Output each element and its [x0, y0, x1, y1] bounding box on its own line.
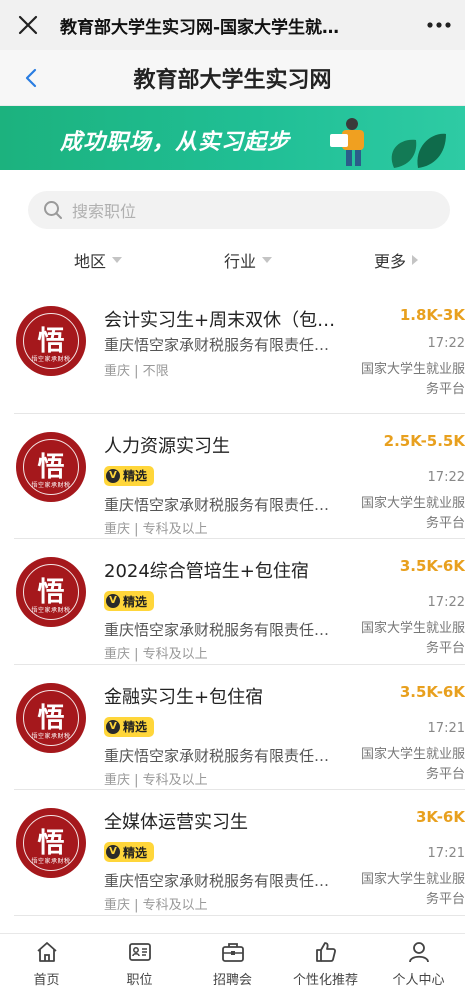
- job-title: 全媒体运营实习生: [104, 812, 248, 833]
- job-card[interactable]: 悟 悟空家承财税 金融实习生+包住宿 3.5K-6K V 精选 17:21 重庆悟…: [14, 665, 465, 790]
- job-title: 会计实习生+周末双休（包…: [104, 310, 336, 331]
- job-location: 重庆 | 不限: [104, 364, 169, 379]
- back-arrow-icon[interactable]: [20, 66, 44, 90]
- job-location: 重庆 | 专科及以上: [104, 772, 208, 788]
- user-icon: [408, 942, 429, 963]
- v-icon: V: [106, 719, 120, 734]
- job-salary: 3K-6K: [415, 808, 465, 826]
- filter-bar: 地区 行业 更多: [0, 244, 465, 274]
- filter-more-label: 更多: [374, 252, 407, 271]
- nav-label: 个性化推荐: [292, 973, 358, 988]
- job-time: 17:22: [427, 595, 465, 610]
- featured-badge: V 精选: [104, 591, 155, 611]
- nav-label: 招聘会: [212, 973, 252, 988]
- job-source: 国家大学生就业服务平台: [360, 495, 465, 531]
- featured-badge: V 精选: [104, 842, 155, 862]
- filter-region-label: 地区: [74, 252, 107, 271]
- thumbs-up-icon: [315, 942, 336, 962]
- nav-item-recommend[interactable]: 个性化推荐: [279, 934, 372, 989]
- featured-badge: V 精选: [104, 716, 155, 737]
- browser-top-bar: 教育部大学生实习网-国家大学生就…: [0, 0, 465, 50]
- job-salary: 2.5K-5.5K: [383, 431, 465, 450]
- nav-item-profile[interactable]: 个人中心: [372, 934, 465, 989]
- job-salary: 3.5K-6K: [399, 557, 465, 575]
- company-name: 重庆悟空家承财税服务有限责任…: [104, 495, 330, 514]
- job-time: 17:21: [427, 846, 465, 861]
- job-location: 重庆 | 专科及以上: [104, 521, 208, 537]
- job-time: 17:21: [427, 720, 465, 736]
- company-name: 重庆悟空家承财税服务有限责任…: [104, 621, 330, 639]
- nav-item-job-fair[interactable]: 招聘会: [186, 934, 279, 989]
- job-location: 重庆 | 专科及以上: [104, 898, 208, 913]
- nav-label: 职位: [126, 973, 153, 988]
- filter-region[interactable]: 地区: [74, 248, 123, 272]
- job-card[interactable]: 悟 悟空家承财税 会计实习生+周末双休（包… 1.8K-3K 17:22 重庆悟…: [14, 288, 465, 414]
- search-input[interactable]: 搜索职位: [28, 191, 450, 229]
- caret-down-icon: [112, 257, 123, 263]
- bottom-nav: 首页 职位 招聘会 个性化推荐 个人中心: [0, 933, 465, 989]
- search-placeholder: 搜索职位: [72, 202, 137, 221]
- briefcase-icon: [221, 943, 244, 962]
- id-card-icon: [128, 943, 151, 961]
- nav-item-home[interactable]: 首页: [0, 934, 93, 989]
- job-title: 人力资源实习生: [104, 435, 230, 457]
- company-logo: 悟 悟空家承财税: [16, 306, 86, 376]
- page-title: 教育部大学生实习网: [133, 67, 332, 93]
- company-name: 重庆悟空家承财税服务有限责任…: [104, 746, 330, 765]
- featured-badge: V 精选: [104, 465, 155, 486]
- nav-item-jobs[interactable]: 职位: [93, 934, 186, 989]
- v-icon: V: [106, 594, 120, 608]
- banner-illustration: [330, 118, 446, 168]
- banner-slogan: 成功职场，从实习起步: [60, 130, 291, 155]
- search-icon: [44, 201, 62, 219]
- job-source: 国家大学生就业服务平台: [360, 746, 465, 782]
- company-logo: 悟 悟空家承财税: [16, 808, 86, 878]
- more-options-icon[interactable]: [417, 22, 451, 28]
- page-header: 教育部大学生实习网: [0, 50, 465, 106]
- caret-down-icon: [262, 257, 273, 263]
- window-title: 教育部大学生实习网-国家大学生就…: [60, 17, 340, 38]
- company-logo: 悟 悟空家承财税: [16, 682, 86, 753]
- company-name: 重庆悟空家承财税服务有限责任…: [104, 872, 330, 890]
- filter-industry-label: 行业: [224, 252, 257, 271]
- job-card[interactable]: 悟 悟空家承财税 全媒体运营实习生 3K-6K V 精选 17:21 重庆悟空家承…: [14, 790, 465, 916]
- job-time: 17:22: [427, 469, 465, 485]
- job-location: 重庆 | 专科及以上: [104, 647, 208, 662]
- close-icon[interactable]: [14, 11, 42, 39]
- job-card[interactable]: 悟 悟空家承财税 2024综合管培生+包住宿 3.5K-6K V 精选 17:22…: [14, 539, 465, 665]
- home-icon: [36, 942, 57, 962]
- job-title: 2024综合管培生+包住宿: [104, 561, 309, 582]
- job-list: 悟 悟空家承财税 会计实习生+周末双休（包… 1.8K-3K 17:22 重庆悟…: [0, 288, 465, 916]
- job-source: 国家大学生就业服务平台: [360, 362, 465, 397]
- job-time: 17:22: [427, 336, 465, 351]
- job-source: 国家大学生就业服务平台: [360, 872, 465, 907]
- job-source: 国家大学生就业服务平台: [360, 621, 465, 656]
- nav-label: 个人中心: [392, 973, 445, 988]
- v-icon: V: [106, 845, 120, 859]
- job-card[interactable]: 悟 悟空家承财税 人力资源实习生 2.5K-5.5K V 精选 17:22 重庆悟…: [14, 414, 465, 539]
- promo-banner[interactable]: 成功职场，从实习起步: [0, 106, 465, 170]
- company-name: 重庆悟空家承财税服务有限责任…: [104, 336, 330, 354]
- company-logo: 悟 悟空家承财税: [16, 557, 86, 627]
- v-icon: V: [106, 468, 120, 483]
- filter-more[interactable]: 更多: [374, 248, 419, 272]
- filter-industry[interactable]: 行业: [224, 248, 273, 272]
- company-logo: 悟 悟空家承财税: [16, 431, 86, 502]
- job-title: 金融实习生+包住宿: [104, 686, 264, 708]
- job-salary: 1.8K-3K: [399, 306, 465, 324]
- nav-label: 首页: [33, 973, 60, 988]
- job-salary: 3.5K-6K: [399, 682, 465, 701]
- caret-right-icon: [412, 255, 419, 265]
